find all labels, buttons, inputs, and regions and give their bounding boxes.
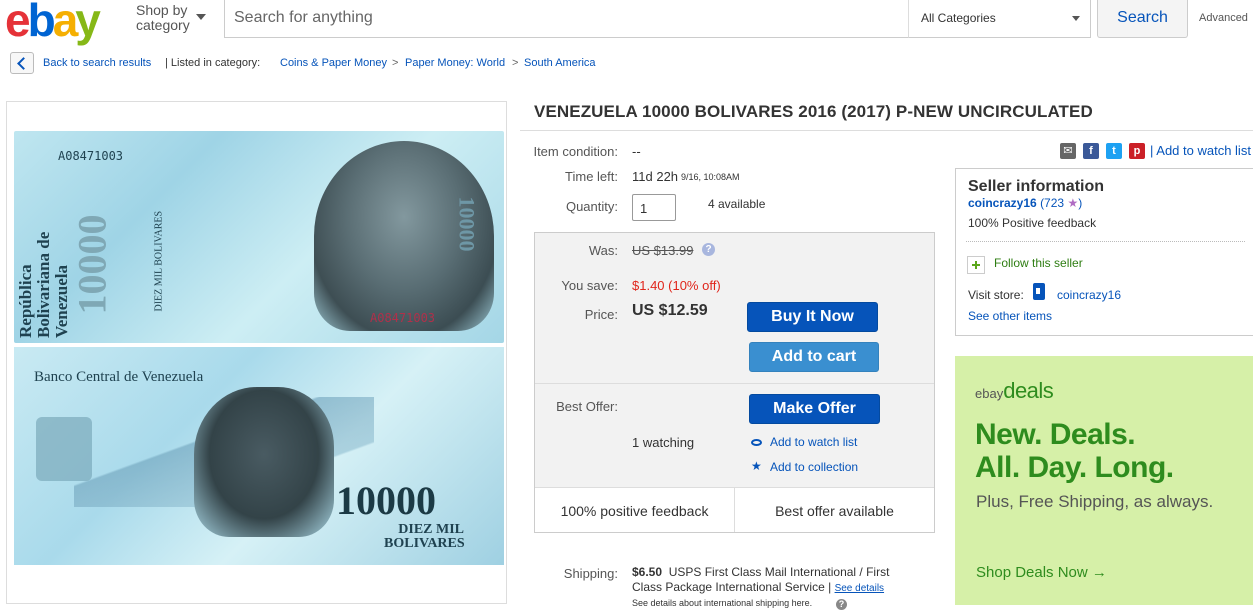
you-save-label: You save: xyxy=(561,278,618,293)
star-icon: ★ xyxy=(1067,196,1079,210)
ebay-logo[interactable]: ebay xyxy=(5,0,123,44)
help-icon[interactable]: ? xyxy=(836,599,847,610)
denomination-text: 10000 xyxy=(69,214,115,315)
denomination-text: 10000 xyxy=(454,196,480,252)
feedback-score-link[interactable]: (723 ★) xyxy=(1040,196,1082,210)
republic-text: República Bolivariana de Venezuela xyxy=(16,231,71,338)
breadcrumb-separator: > xyxy=(392,57,399,69)
you-save-value: $1.40 (10% off) xyxy=(632,278,721,293)
ebay-deals-logo: ebaydeals xyxy=(975,378,1054,403)
item-title: VENEZUELA 10000 BOLIVARES 2016 (2017) P-… xyxy=(534,102,1093,121)
deals-headline: New. Deals. All. Day. Long. xyxy=(975,418,1174,484)
chevron-down-icon xyxy=(196,14,206,20)
positive-feedback-text: 100% positive feedback xyxy=(560,503,709,519)
condition-value: -- xyxy=(632,144,641,159)
see-other-items-link[interactable]: See other items xyxy=(968,309,1052,323)
store-link[interactable]: coincrazy16 xyxy=(1057,288,1121,302)
breadcrumb-category-2[interactable]: Paper Money: World xyxy=(405,57,505,69)
breadcrumb-category-3[interactable]: South America xyxy=(524,57,596,69)
quantity-label: Quantity: xyxy=(565,199,618,214)
banknote-back-image: Banco Central de Venezuela 10000 DIEZ MI… xyxy=(14,347,504,565)
available-count: 4 available xyxy=(708,197,766,211)
price-label: Price: xyxy=(584,307,618,322)
deals-subtext: Plus, Free Shipping, as always. xyxy=(976,492,1214,511)
follow-seller-link[interactable]: Follow this seller xyxy=(994,256,1083,270)
add-to-collection-link[interactable]: Add to collection xyxy=(770,460,858,474)
breadcrumb-category-1[interactable]: Coins & Paper Money xyxy=(280,57,387,69)
price-value: US $12.59 xyxy=(632,302,708,319)
store-icon xyxy=(1033,283,1045,300)
advanced-search-link[interactable]: Advanced xyxy=(1199,12,1248,24)
time-left-label: Time left: xyxy=(565,169,618,184)
seller-name-row: coincrazy16 (723 ★) xyxy=(968,196,1082,210)
best-offer-available-text: Best offer available xyxy=(775,503,894,519)
add-to-watch-list-link[interactable]: Add to watch list xyxy=(770,435,857,449)
chevron-down-icon xyxy=(1072,16,1080,21)
bear-image xyxy=(194,387,334,537)
watching-count: 1 watching xyxy=(632,435,695,450)
seller-heading: Seller information xyxy=(968,178,1105,195)
add-to-watch-list-link[interactable]: | Add to watch list xyxy=(1150,143,1251,158)
visit-store-label: Visit store: xyxy=(968,288,1024,302)
diez-mil-text: DIEZ MIL BOLIVARES xyxy=(153,210,165,312)
diez-mil-text: DIEZ MIL BOLIVARES xyxy=(384,522,465,551)
category-select[interactable]: All Categories xyxy=(908,0,1091,38)
add-to-cart-button[interactable]: Add to cart xyxy=(749,342,879,372)
serial-number: A08471003 xyxy=(58,149,124,163)
international-shipping-note: See details about international shipping… xyxy=(632,598,813,608)
twitter-share-icon[interactable]: t xyxy=(1106,143,1122,159)
plus-icon[interactable] xyxy=(967,256,985,274)
make-offer-button[interactable]: Make Offer xyxy=(749,394,880,424)
quantity-input[interactable]: 1 xyxy=(632,194,676,221)
shipping-label: Shipping: xyxy=(563,566,618,581)
star-icon: ★ xyxy=(751,459,762,473)
listed-in-label: | Listed in category: xyxy=(165,57,261,69)
banknote-front-image: A08471003 A08471003 República Bolivarian… xyxy=(14,131,504,343)
eye-icon xyxy=(751,439,762,446)
search-button[interactable]: Search xyxy=(1097,0,1188,38)
shop-deals-link[interactable]: Shop Deals Now → xyxy=(976,564,1107,581)
back-to-search-link[interactable]: Back to search results xyxy=(43,57,151,69)
facebook-share-icon[interactable]: f xyxy=(1083,143,1099,159)
was-price: US $13.99 xyxy=(632,243,694,258)
help-icon[interactable]: ? xyxy=(702,243,715,256)
positive-feedback-percent: 100% Positive feedback xyxy=(968,216,1097,230)
serial-number: A08471003 xyxy=(370,311,436,325)
divider xyxy=(535,383,934,384)
shop-by-category-button[interactable]: Shop by category xyxy=(136,3,190,33)
divider xyxy=(520,130,1253,131)
buy-it-now-button[interactable]: Buy It Now xyxy=(747,302,878,332)
pinterest-share-icon[interactable]: p xyxy=(1129,143,1145,159)
time-left-value: 11d 22h xyxy=(632,169,679,184)
coat-of-arms-image xyxy=(36,417,92,481)
seller-name-link[interactable]: coincrazy16 xyxy=(968,196,1037,210)
shipping-details: $6.50 USPS First Class Mail Internationa… xyxy=(632,565,890,594)
search-input[interactable]: Search for anything xyxy=(224,0,909,38)
back-arrow-icon[interactable] xyxy=(10,52,34,74)
breadcrumb-separator: > xyxy=(512,57,519,69)
was-label: Was: xyxy=(588,243,618,258)
email-share-icon[interactable]: ✉ xyxy=(1060,143,1076,159)
denomination-text: 10000 xyxy=(336,478,436,523)
end-date: 9/16, 10:08AM xyxy=(681,172,740,182)
divider xyxy=(966,241,1245,242)
condition-label: Item condition: xyxy=(533,144,618,159)
best-offer-label: Best Offer: xyxy=(556,399,618,414)
bank-name-text: Banco Central de Venezuela xyxy=(34,369,204,385)
arrow-right-icon: → xyxy=(1091,564,1107,581)
see-details-link[interactable]: See details xyxy=(835,583,884,594)
